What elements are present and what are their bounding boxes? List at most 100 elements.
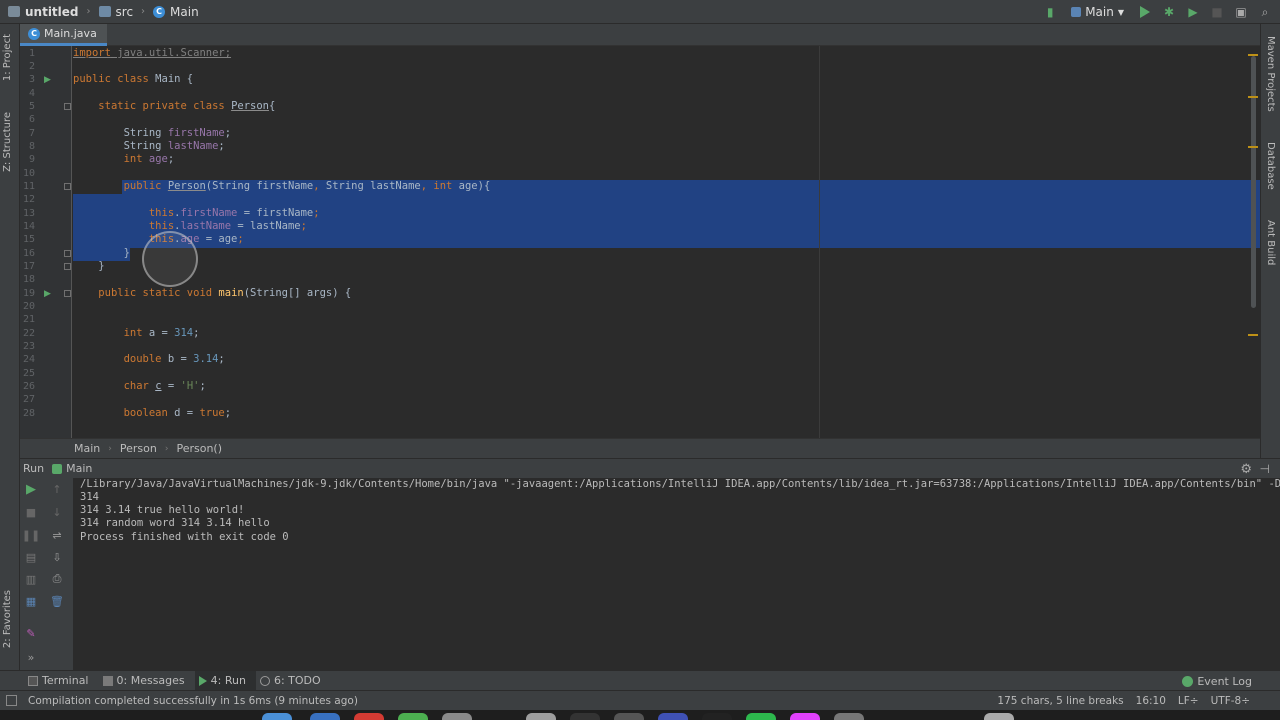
project-structure-icon[interactable]: ▣ (1234, 5, 1248, 19)
run-icon[interactable] (1138, 5, 1152, 19)
dock-app-icon[interactable] (570, 713, 600, 720)
terminal-tool-button[interactable]: Terminal (24, 671, 99, 691)
run-panel: ▶ ■ ❚❚ ▤ ▥ ▦ ✎ » ↑ ↓ ⇌ ⇩ ⎙ 🗑 /Library/Ja… (20, 478, 1280, 670)
dock-app-icon[interactable] (790, 713, 820, 720)
dock-app-icon[interactable] (746, 713, 776, 720)
soft-wrap-icon[interactable]: ⇌ (50, 528, 64, 542)
messages-icon (102, 675, 113, 686)
search-everywhere-icon[interactable]: ⌕ (1258, 5, 1272, 19)
gear-icon[interactable]: ⚙ (1240, 462, 1252, 477)
favorites-tool-tab[interactable]: 2: Favorites (2, 590, 13, 648)
pause-icon[interactable]: ❚❚ (22, 528, 40, 542)
nav-project-label: untitled (25, 4, 79, 19)
nav-class[interactable]: C Main (145, 0, 199, 24)
line-separator[interactable]: LF÷ (1178, 695, 1199, 707)
pin-icon[interactable]: ✎ (24, 626, 38, 640)
fold-marker-icon[interactable] (64, 263, 71, 270)
warning-stripe-mark[interactable] (1248, 54, 1258, 56)
dock-app-icon[interactable] (984, 713, 1014, 720)
right-margin-guide (819, 46, 820, 438)
dock-app-icon[interactable] (658, 713, 688, 720)
run-main-gutter-icon[interactable]: ▶ (44, 289, 51, 299)
tab-main-java[interactable]: C Main.java (20, 24, 107, 46)
caret-position[interactable]: 16:10 (1136, 695, 1166, 707)
clear-all-icon[interactable]: 🗑 (50, 594, 64, 608)
dock-app-icon[interactable] (398, 713, 428, 720)
console-line: 314 random word 314 3.14 hello (80, 517, 270, 529)
build-hammer-icon[interactable]: ▮ (1043, 5, 1057, 19)
run-tab-main[interactable]: Main (52, 462, 92, 475)
todo-tool-button[interactable]: 6: TODO (256, 671, 331, 691)
warning-stripe-mark[interactable] (1248, 96, 1258, 98)
dock-app-icon[interactable] (834, 713, 864, 720)
fold-marker-icon[interactable] (64, 183, 71, 190)
dock-app-icon[interactable] (526, 713, 556, 720)
status-indicators: 175 chars, 5 line breaks 16:10 LF÷ UTF-8… (997, 691, 1250, 711)
dock-app-icon[interactable] (262, 713, 292, 720)
hide-panel-icon[interactable]: ⊣ (1260, 462, 1270, 476)
line-number: 12 (22, 194, 35, 205)
code-line: static private class Person{ (98, 100, 276, 112)
run-tool-button[interactable]: 4: Run (194, 670, 256, 691)
status-toggle-icon[interactable] (6, 695, 17, 706)
coverage-icon[interactable]: ▶ (1186, 5, 1200, 19)
run-config-icon (52, 463, 63, 474)
more-icon[interactable]: » (24, 650, 38, 664)
ant-build-tool-tab[interactable]: Ant Build (1265, 220, 1276, 265)
console-output[interactable]: /Library/Java/JavaVirtualMachines/jdk-9.… (80, 478, 1280, 670)
run-configuration-select[interactable]: Main ▼ (1067, 5, 1128, 19)
breadcrumb-item[interactable]: Person() (176, 442, 230, 455)
dump-threads-icon[interactable]: ▤ (24, 550, 38, 564)
warning-stripe-mark[interactable] (1248, 146, 1258, 148)
code-editor[interactable]: 1 2 3 4 5 6 7 8 9 10 11 12 13 14 15 16 1… (20, 46, 1260, 438)
dock-app-icon[interactable] (310, 713, 340, 720)
run-icon (198, 675, 207, 686)
scroll-down-icon[interactable]: ↓ (50, 505, 64, 519)
dock-app-icon[interactable] (702, 713, 732, 720)
warning-stripe-mark[interactable] (1248, 334, 1258, 336)
editor-scrollbar[interactable] (1251, 56, 1256, 308)
event-log-button[interactable]: Event Log (1182, 671, 1252, 691)
print-icon[interactable]: ⎙ (50, 572, 64, 586)
scroll-to-end-icon[interactable]: ⇩ (50, 550, 64, 564)
line-number: 6 (28, 114, 35, 125)
settings-icon[interactable]: ▥ (24, 572, 38, 586)
stop-icon[interactable]: ■ (24, 505, 38, 519)
breadcrumb-item[interactable]: Main (74, 442, 108, 455)
scroll-up-icon[interactable]: ↑ (50, 482, 64, 496)
line-number: 26 (22, 381, 35, 392)
dock-app-icon[interactable] (442, 713, 472, 720)
main-toolbar: ▮ Main ▼ ✱ ▶ ■ ▣ ⌕ (1043, 0, 1272, 24)
rerun-icon[interactable]: ▶ (24, 482, 38, 497)
debug-bug-icon[interactable]: ✱ (1162, 5, 1176, 19)
restore-layout-icon[interactable]: ▦ (24, 594, 38, 608)
fold-marker-icon[interactable] (64, 103, 71, 110)
dock-app-icon[interactable] (614, 713, 644, 720)
database-tool-tab[interactable]: Database (1265, 142, 1276, 190)
file-encoding[interactable]: UTF-8÷ (1211, 695, 1250, 707)
chevron-right-icon: › (108, 443, 112, 454)
messages-tool-button[interactable]: 0: Messages (99, 671, 195, 691)
run-tab-label: Main (66, 462, 93, 475)
nav-project[interactable]: untitled › (0, 0, 91, 24)
status-message: Compilation completed successfully in 1s… (28, 694, 358, 707)
line-number: 14 (22, 221, 35, 232)
stop-icon[interactable]: ■ (1210, 5, 1224, 19)
dock-app-icon[interactable] (354, 713, 384, 720)
code-line: this.firstName = firstName; (148, 207, 320, 219)
run-class-gutter-icon[interactable]: ▶ (44, 75, 51, 85)
fold-marker-icon[interactable] (64, 290, 71, 297)
project-tool-tab[interactable]: 1: Project (2, 34, 13, 81)
status-bar: Compilation completed successfully in 1s… (0, 690, 1280, 710)
tool-window-bar: Terminal 0: Messages 4: Run 6: TODO Even… (0, 670, 1280, 691)
fold-marker-icon[interactable] (64, 250, 71, 257)
structure-tool-tab[interactable]: Z: Structure (2, 112, 13, 172)
tab-main-java-label: Main.java (44, 27, 97, 40)
nav-folder[interactable]: src › (91, 0, 145, 24)
class-icon: C (28, 27, 40, 40)
code-line: int a = 314; (123, 327, 200, 339)
line-number: 21 (22, 314, 35, 325)
breadcrumb-item[interactable]: Person (120, 442, 165, 455)
code-line: this.lastName = lastName; (148, 220, 307, 232)
maven-projects-tool-tab[interactable]: Maven Projects (1265, 36, 1276, 112)
